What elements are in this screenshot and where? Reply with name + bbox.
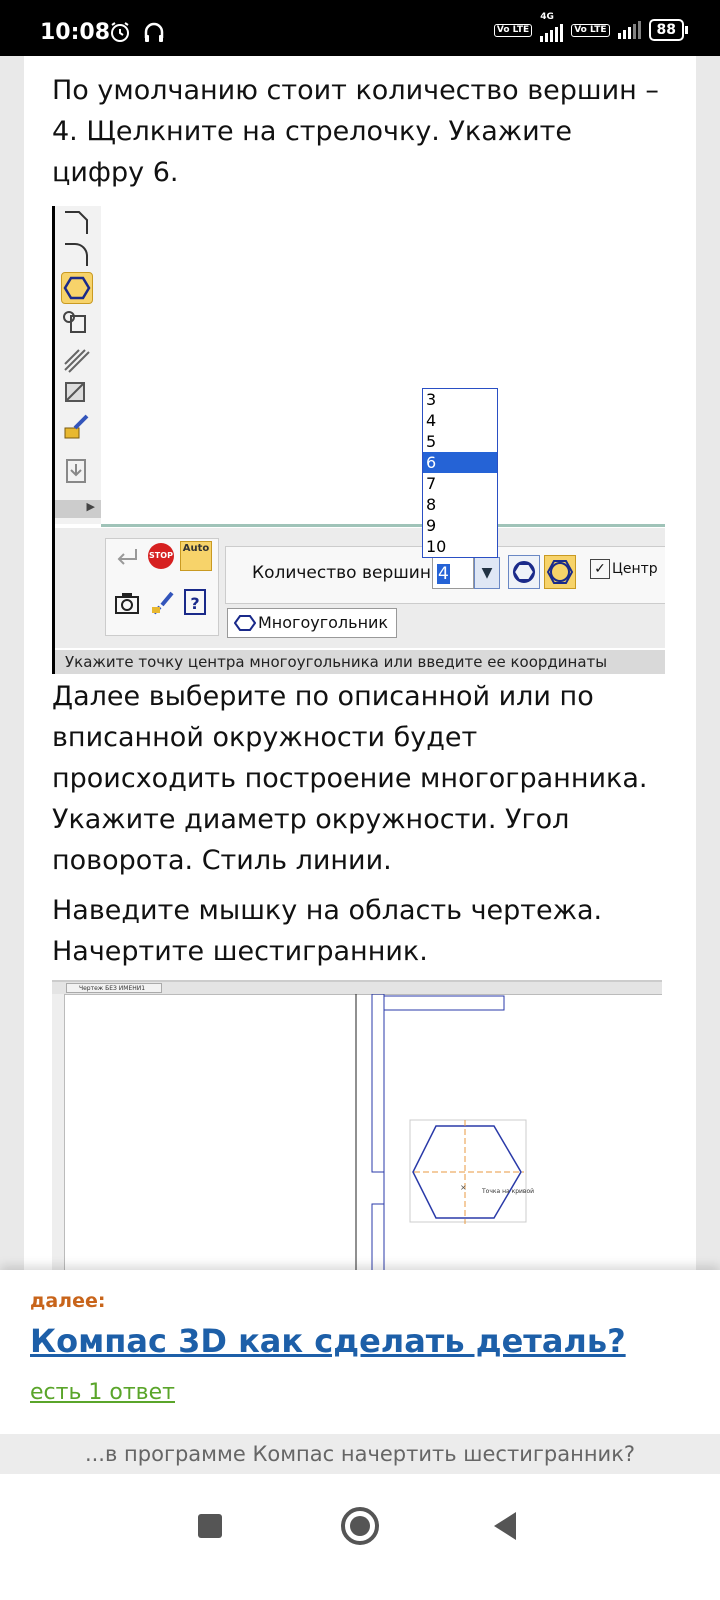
dropdown-option[interactable]: 5 [423,431,497,452]
help-icon[interactable]: ? [184,589,206,615]
article-paragraph-1: По умолчанию стоит количество вершин – 4… [52,75,659,188]
status-bar: 10:08 Vo LTE 4G Vo LTE 88 [0,0,720,56]
kompas-screenshot-polygon: ▶ 3 4 5 6 7 8 9 10 STOP Auto ? Количеств… [52,206,665,674]
network-type: 4G [540,12,554,22]
volte-badge-2: Vo LTE [571,23,610,37]
center-checkbox[interactable]: ✓ Центр [590,559,660,579]
polygon-tool-icon[interactable] [61,272,93,304]
fill-tool-icon [65,382,85,402]
brush-tool-icon [64,414,89,439]
home-icon[interactable] [341,1507,379,1545]
article-paragraph-3: Наведите мышку на область чертежа. Начер… [52,895,603,967]
tool-column: ▶ [55,206,102,524]
vertex-count-label: Количество вершин [252,563,431,583]
hatch-tool-icon [64,349,90,373]
related-question[interactable]: ...в программе Компас начертить шестигра… [0,1434,720,1474]
panel-button-group: STOP Auto ? [105,538,219,636]
dropdown-option[interactable]: 8 [423,494,497,515]
next-question-link[interactable]: Компас 3D как сделать деталь? [30,1322,626,1360]
vertex-count-value: 4 [437,564,450,584]
point-on-curve-label: Точка на кривой [482,1188,535,1195]
auto-button[interactable]: Auto [180,541,212,571]
chevron-down-icon[interactable]: ▼ [474,557,500,589]
chamfer-tool-icon [65,211,88,234]
drawing-sheet[interactable]: × [64,994,662,1282]
dropdown-option[interactable]: 9 [423,515,497,536]
polygon-icon [234,615,256,631]
tab-polygon[interactable]: Многоугольник [227,608,398,638]
next-label: далее: [30,1290,106,1312]
status-hint: Укажите точку центра многоугольника или … [55,650,665,674]
enter-arrow-icon[interactable] [114,545,142,569]
headphones-icon [144,22,164,42]
fillet-tool-icon [65,243,88,266]
tool-column-scroll[interactable]: ▶ [55,500,101,518]
copy-tool-icon [63,311,86,333]
document-tab[interactable]: Чертеж БЕЗ ИМЕНИ1 [66,983,162,993]
signal-4g-icon: 4G [540,12,564,42]
dropdown-option[interactable]: 3 [423,389,497,410]
signal-icon [617,21,641,39]
battery-icon: 88 [648,19,689,41]
svg-text:×: × [460,1183,467,1192]
back-icon[interactable] [494,1512,516,1540]
kompas-screenshot-hexagon: Чертеж БЕЗ ИМЕНИ1 × Точка на кривой [52,980,662,1282]
tab-polygon-label: Многоугольник [258,613,389,632]
vertex-count-input[interactable]: 4 [432,557,474,589]
stop-button[interactable]: STOP [148,543,174,569]
vertex-count-dropdown-list[interactable]: 3 4 5 6 7 8 9 10 [422,388,498,558]
navigation-bar [0,1474,720,1600]
circumscribed-button[interactable] [508,555,540,589]
volte-badge: Vo LTE [493,23,533,37]
dropdown-option-selected[interactable]: 6 [423,452,497,473]
brush-icon[interactable] [148,589,176,617]
article-page: По умолчанию стоит количество вершин – 4… [24,56,696,1296]
insert-tool-icon [66,459,86,483]
answers-link[interactable]: есть 1 ответ [30,1380,175,1405]
checkmark-icon: ✓ [590,559,610,579]
status-time: 10:08 [40,20,111,45]
article-paragraph-2: Далее выберите по описанной или по вписа… [52,681,648,876]
center-checkbox-label: Центр [612,561,658,577]
camera-icon[interactable] [114,591,140,615]
alarm-icon [111,22,129,42]
dropdown-option[interactable]: 7 [423,473,497,494]
next-question-sheet: далее: Компас 3D как сделать деталь? ест… [0,1270,720,1600]
recents-icon[interactable] [198,1514,222,1538]
dropdown-option[interactable]: 4 [423,410,497,431]
dropdown-option[interactable]: 10 [423,536,497,557]
properties-panel: STOP Auto ? Количество вершин 4 ▼ ✓ Центр [55,528,665,648]
drawing-area[interactable] [101,206,665,527]
inscribed-button[interactable] [544,555,576,589]
